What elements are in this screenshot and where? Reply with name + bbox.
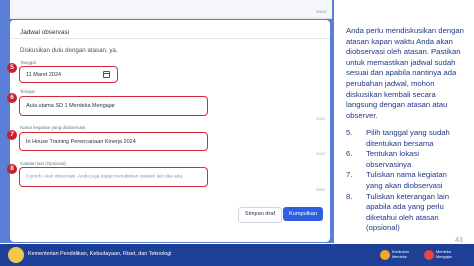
notes-field[interactable]: Contoh: Alan observasi. Anda juga dapat … bbox=[19, 167, 208, 187]
ministry-name: Kementerian Pendidikan, Kebudayaan, Rise… bbox=[28, 251, 172, 257]
date-value: 11 Maret 2024 bbox=[26, 71, 62, 78]
instructions-intro: Anda perlu mendiskusikan dengan atasan k… bbox=[346, 26, 464, 121]
step-number: 7. bbox=[346, 170, 353, 180]
location-counter: 0/100 bbox=[316, 117, 325, 121]
footer-bar: Kementerian Pendidikan, Kebudayaan, Rise… bbox=[0, 244, 474, 266]
section-divider bbox=[12, 38, 330, 39]
notes-label: Catatan lain (Opsional) bbox=[20, 161, 67, 166]
kurikulum-logo-icon bbox=[380, 250, 390, 260]
ministry-logo-icon bbox=[8, 247, 24, 263]
instructions-steps: 5. Pilih tanggal yang sudah ditentukan b… bbox=[346, 128, 464, 234]
section-description: Diskusikan dulu dengan atasan, ya. bbox=[20, 47, 118, 54]
step-text: Tuliskan keterangan lain apabila ada yan… bbox=[366, 191, 450, 233]
activity-label: Nama kegiatan yang diobservasi bbox=[20, 125, 86, 130]
merdeka-mengajar-logo-text: Merdeka Mengajar bbox=[436, 250, 452, 259]
slide: 0/500 Jadwal observasi Diskusikan dulu d… bbox=[0, 0, 474, 266]
step-badge-7: 7 bbox=[7, 130, 17, 140]
section-title: Jadwal observasi bbox=[20, 29, 70, 36]
location-label: Tempat bbox=[20, 89, 35, 94]
location-value: Aula utama SD 1 Merdeka Mengajar bbox=[26, 103, 115, 109]
step-item: 7. Tuliskan nama kegiatan yang akan diob… bbox=[346, 170, 464, 191]
notes-counter: 0/500 bbox=[316, 188, 325, 192]
intro-paragraph: Anda perlu mendiskusikan dengan atasan k… bbox=[346, 26, 464, 120]
step-number: 8. bbox=[346, 191, 353, 201]
location-field[interactable]: Aula utama SD 1 Merdeka Mengajar bbox=[19, 96, 208, 116]
step-number: 5. bbox=[346, 128, 353, 137]
kurikulum-merdeka-logo: Kurikulum Merdeka bbox=[380, 248, 418, 262]
kurikulum-logo-text: Kurikulum Merdeka bbox=[392, 250, 409, 259]
save-draft-button[interactable]: Simpan draf bbox=[238, 207, 282, 223]
activity-counter: 0/100 bbox=[316, 152, 325, 156]
activity-field[interactable]: In House Training Perencanaan Kinerja 20… bbox=[19, 132, 208, 151]
previous-field-counter: 0/500 bbox=[315, 9, 326, 14]
previous-field-fragment: 0/500 bbox=[10, 0, 332, 19]
step-text: Pilih tanggal yang sudah ditentukan bers… bbox=[366, 128, 450, 148]
merdeka-mengajar-logo: Merdeka Mengajar bbox=[424, 248, 464, 262]
step-item: 6. Tentukan lokasi observasinya bbox=[346, 149, 464, 170]
activity-value: In House Training Perencanaan Kinerja 20… bbox=[26, 138, 136, 145]
step-text: Tuliskan nama kegiatan yang akan diobser… bbox=[366, 170, 447, 190]
merdeka-mengajar-logo-icon bbox=[424, 250, 434, 260]
calendar-icon[interactable] bbox=[103, 71, 110, 78]
step-number: 6. bbox=[346, 149, 353, 159]
step-badge-8: 8 bbox=[7, 164, 17, 174]
step-text: Tentukan lokasi observasinya bbox=[366, 149, 419, 169]
notes-placeholder: Contoh: Alan observasi. Anda juga dapat … bbox=[26, 174, 184, 180]
step-item: 8. Tuliskan keterangan lain apabila ada … bbox=[346, 192, 464, 234]
step-badge-6: 6 bbox=[7, 93, 17, 103]
submit-button[interactable]: Kumpulkan bbox=[283, 207, 323, 221]
date-label: Tanggal bbox=[20, 60, 36, 65]
step-badge-5: 5 bbox=[7, 63, 17, 73]
page-number: 43 bbox=[455, 237, 463, 244]
step-item: 5. Pilih tanggal yang sudah ditentukan b… bbox=[346, 128, 464, 149]
date-field[interactable]: 11 Maret 2024 bbox=[19, 66, 118, 83]
